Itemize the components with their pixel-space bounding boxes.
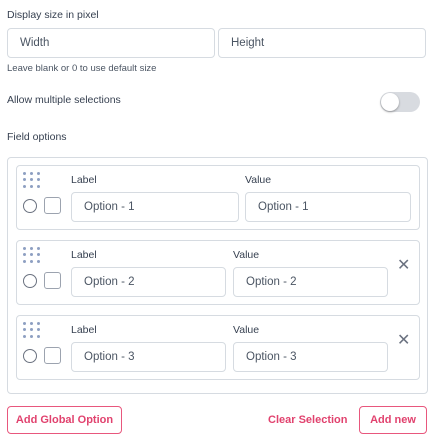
option-3-value-header: Value bbox=[233, 324, 260, 336]
option-3-checkbox[interactable] bbox=[44, 347, 61, 364]
option-3-label-input[interactable]: Option - 3 bbox=[71, 342, 226, 372]
drag-handle-icon[interactable] bbox=[23, 172, 43, 188]
drag-handle-icon[interactable] bbox=[23, 247, 43, 263]
display-size-help: Leave blank or 0 to use default size bbox=[7, 63, 157, 74]
option-2-label-input[interactable]: Option - 2 bbox=[71, 267, 226, 297]
clear-selection-link[interactable]: Clear Selection bbox=[268, 414, 347, 426]
width-input[interactable]: Width bbox=[7, 28, 215, 58]
option-1-default-radio[interactable] bbox=[23, 199, 37, 213]
option-1-value-input[interactable]: Option - 1 bbox=[245, 192, 411, 222]
add-new-button[interactable]: Add new bbox=[359, 406, 427, 434]
drag-handle-icon[interactable] bbox=[23, 322, 43, 338]
option-1-value-header: Value bbox=[245, 174, 272, 186]
option-2-default-radio[interactable] bbox=[23, 274, 37, 288]
height-input[interactable]: Height bbox=[218, 28, 426, 58]
option-2-label-header: Label bbox=[71, 249, 97, 261]
option-3-default-radio[interactable] bbox=[23, 349, 37, 363]
multiple-selections-toggle[interactable] bbox=[380, 92, 420, 112]
option-2-value-header: Value bbox=[233, 249, 260, 261]
option-1-checkbox[interactable] bbox=[44, 197, 61, 214]
option-3-value-input[interactable]: Option - 3 bbox=[233, 342, 388, 372]
option-3-label-header: Label bbox=[71, 324, 97, 336]
option-1-label-input[interactable]: Option - 1 bbox=[71, 192, 239, 222]
add-global-option-button[interactable]: Add Global Option bbox=[7, 406, 122, 434]
option-card-2: Label Value Option - 2 Option - 2 ✕ bbox=[16, 240, 420, 305]
toggle-knob bbox=[381, 93, 399, 111]
option-card-3: Label Value Option - 3 Option - 3 ✕ bbox=[16, 315, 420, 380]
display-size-title: Display size in pixel bbox=[7, 9, 99, 21]
close-icon[interactable]: ✕ bbox=[397, 257, 410, 273]
option-2-checkbox[interactable] bbox=[44, 272, 61, 289]
field-options-title: Field options bbox=[7, 131, 67, 143]
option-card-1: Label Value Option - 1 Option - 1 bbox=[16, 165, 420, 230]
option-2-value-input[interactable]: Option - 2 bbox=[233, 267, 388, 297]
close-icon[interactable]: ✕ bbox=[397, 332, 410, 348]
option-1-label-header: Label bbox=[71, 174, 97, 186]
multiple-selections-label: Allow multiple selections bbox=[7, 94, 121, 106]
